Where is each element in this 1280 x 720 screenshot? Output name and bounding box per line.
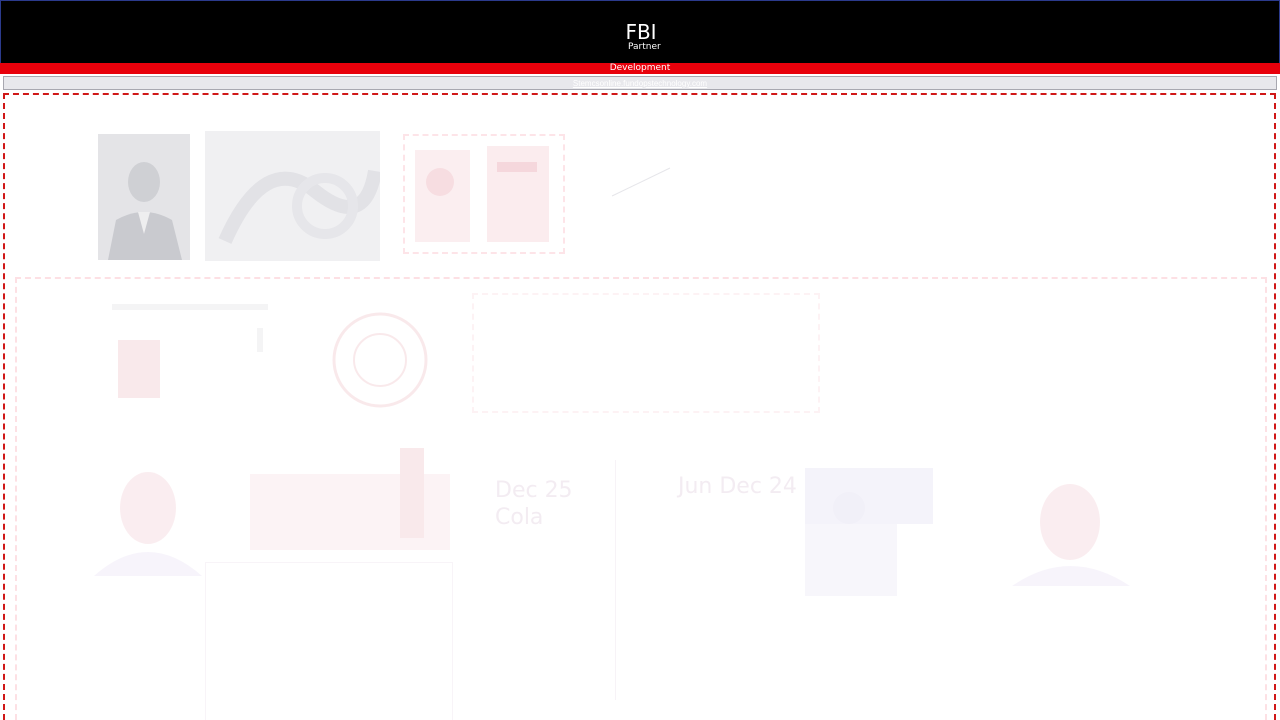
- url-link[interactable]: Stemcsonline.fundopstechnology.com: [573, 79, 707, 88]
- image-group-frame: [403, 134, 565, 254]
- environment-banner: Development: [0, 63, 1280, 74]
- faded-portrait-right: [1012, 484, 1130, 586]
- blurred-photo: [205, 131, 380, 261]
- faded-portrait-left: [94, 472, 202, 576]
- empty-frame: [472, 293, 820, 413]
- faded-card-frame: [205, 562, 453, 720]
- poster-pair-image: [415, 146, 549, 242]
- brand-subtitle: Partner: [628, 42, 661, 52]
- column-divider: [615, 460, 616, 700]
- app-header: FBI Partner: [0, 0, 1280, 63]
- connector-line: [611, 167, 671, 197]
- document-thumbnail: [112, 304, 268, 398]
- faded-date-label: Jun Dec 24: [678, 474, 797, 499]
- faded-product-image: [250, 448, 450, 550]
- faded-date-line-2: Cola: [495, 505, 544, 530]
- faded-group-photo: [805, 468, 933, 596]
- brand-title: FBI: [625, 20, 657, 44]
- url-bar: Stemcsonline.fundopstechnology.com: [3, 76, 1277, 90]
- seal-emblem: [332, 312, 428, 408]
- portrait-photo: [98, 134, 190, 260]
- faded-date-line-1: Dec 25: [495, 478, 573, 503]
